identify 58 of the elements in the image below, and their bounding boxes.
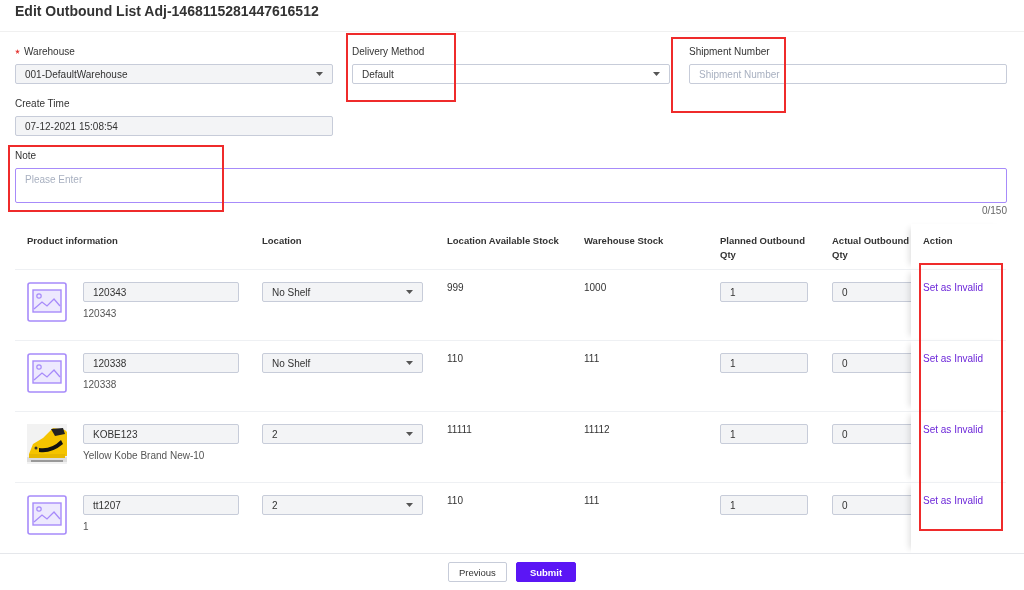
caret-icon — [406, 432, 413, 436]
input-field[interactable]: 0 — [832, 424, 911, 444]
image-placeholder-icon — [27, 282, 67, 322]
product-name: Yellow Kobe Brand New-10 — [83, 450, 206, 461]
column-header: Actual Outbound Qty — [832, 234, 911, 262]
page-title: Edit Outbound List Adj-1468115281447616512 — [0, 0, 1024, 32]
table-cell: 11112 — [584, 424, 610, 435]
input-field[interactable]: 1 — [720, 353, 808, 373]
product-name: 120343 — [83, 308, 118, 319]
previous-button[interactable]: Previous — [447, 562, 507, 582]
field-label: Delivery Method — [352, 45, 425, 57]
table-cell: 111 — [584, 353, 600, 364]
input-field[interactable]: KOBE123 — [83, 424, 239, 444]
table-cell: 1000 — [584, 282, 607, 293]
field-label: Shipment Number — [689, 45, 770, 57]
set-invalid-link[interactable]: Set as Invalid — [923, 353, 984, 364]
input-field[interactable]: 120338 — [83, 353, 239, 373]
table-cell: 110 — [447, 495, 463, 506]
select-field[interactable]: No Shelf — [262, 282, 423, 302]
input-field[interactable]: 120343 — [83, 282, 239, 302]
set-invalid-link[interactable]: Set as Invalid — [923, 282, 984, 293]
column-header: Location — [262, 234, 302, 248]
submit-button[interactable]: Submit — [515, 562, 577, 582]
select-field[interactable]: Default — [352, 64, 670, 84]
select-field[interactable]: 2 — [262, 495, 423, 515]
column-header: Warehouse Stock — [584, 234, 664, 248]
table-cell: 110 — [447, 353, 463, 364]
field-label: Create Time — [15, 97, 70, 109]
select-field[interactable]: 2 — [262, 424, 423, 444]
caret-icon — [316, 72, 323, 76]
caret-icon — [406, 361, 413, 365]
column-header: Action — [923, 234, 953, 248]
column-header: Planned Outbound Qty — [720, 234, 806, 262]
select-field[interactable]: No Shelf — [262, 353, 423, 373]
set-invalid-link[interactable]: Set as Invalid — [923, 495, 984, 506]
input-field[interactable]: 0 — [832, 353, 911, 373]
column-header: Location Available Stock — [447, 234, 559, 248]
column-header: Product information — [27, 234, 118, 248]
product-name: 1 — [83, 521, 90, 532]
input-field[interactable]: 0 — [832, 282, 911, 302]
caret-icon — [406, 290, 413, 294]
input-field[interactable]: 0 — [832, 495, 911, 515]
table-cell: 999 — [447, 282, 464, 293]
caret-icon — [653, 72, 660, 76]
character-counter: 0/150 — [981, 205, 1007, 216]
set-invalid-link[interactable]: Set as Invalid — [923, 424, 984, 435]
image-placeholder-icon — [27, 495, 67, 535]
field-label: Note — [15, 149, 37, 161]
caret-icon — [406, 503, 413, 507]
input-field[interactable]: 1 — [720, 495, 808, 515]
input-field[interactable]: 1 — [720, 282, 808, 302]
input-field[interactable]: 1 — [720, 424, 808, 444]
product-name: 120338 — [83, 379, 118, 390]
field-label: Warehouse — [24, 45, 75, 57]
table-cell: 11111 — [447, 424, 472, 435]
image-placeholder-icon — [27, 353, 67, 393]
input-field[interactable]: tt1207 — [83, 495, 239, 515]
table-cell: 111 — [584, 495, 600, 506]
